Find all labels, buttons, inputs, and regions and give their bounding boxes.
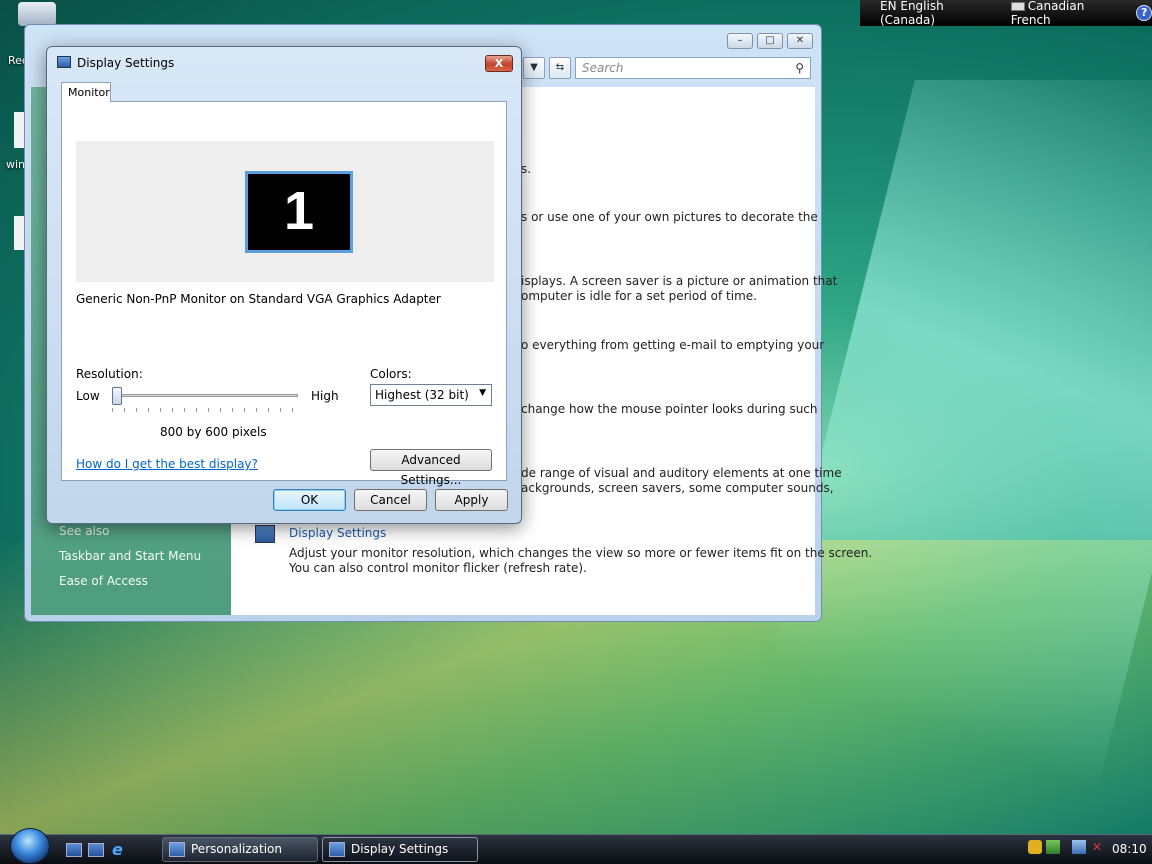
display-settings-description: Adjust your monitor resolution, which ch…: [289, 546, 873, 560]
keyboard-layout[interactable]: Canadian French: [1010, 0, 1125, 27]
slider-low-label: Low: [76, 389, 100, 403]
search-placeholder: Search: [582, 61, 624, 75]
apply-button[interactable]: Apply: [435, 489, 508, 511]
sidebar-link-ease-of-access[interactable]: Ease of Access: [59, 574, 148, 588]
slider-high-label: High: [311, 389, 339, 403]
resolution-slider-thumb[interactable]: [112, 387, 122, 405]
taskbar-item-label: Personalization: [191, 842, 282, 856]
display-settings-link[interactable]: Display Settings: [289, 526, 386, 540]
monitor-1-icon[interactable]: 1: [245, 171, 353, 253]
display-settings-description-2: You can also control monitor flicker (re…: [289, 561, 587, 575]
display-settings-icon: [255, 525, 275, 543]
internet-explorer-icon[interactable]: e: [112, 840, 123, 859]
content-line: ackgrounds, screen savers, some computer…: [521, 481, 834, 495]
switch-windows-icon[interactable]: [88, 843, 104, 857]
ok-button[interactable]: OK: [273, 489, 346, 511]
taskbar-item-display-settings[interactable]: Display Settings: [322, 837, 478, 862]
chevron-down-icon: ▼: [479, 388, 486, 398]
help-icon[interactable]: ?: [1136, 5, 1152, 21]
desktop-shortcut-icon[interactable]: [14, 112, 24, 148]
taskbar-item-label: Display Settings: [351, 842, 449, 856]
see-also-heading: See also: [59, 524, 110, 538]
address-bar-area: ▼ ⇆ Search ⚲: [523, 57, 811, 79]
sidebar-link-taskbar[interactable]: Taskbar and Start Menu: [59, 549, 201, 563]
input-language[interactable]: EN English (Canada): [880, 0, 999, 27]
content-line: s or use one of your own pictures to dec…: [521, 210, 818, 224]
content-line: omputer is idle for a set period of time…: [521, 289, 757, 303]
colors-selected-value: Highest (32 bit): [375, 388, 469, 402]
resolution-slider-ticks: [112, 408, 294, 412]
taskbar-item-personalization[interactable]: Personalization: [162, 837, 318, 862]
refresh-button[interactable]: ⇆: [549, 57, 571, 79]
colors-select[interactable]: Highest (32 bit) ▼: [370, 384, 492, 406]
maximize-button[interactable]: □: [757, 33, 783, 49]
content-line: isplays. A screen saver is a picture or …: [521, 274, 838, 288]
network-icon[interactable]: [1072, 840, 1086, 854]
minimize-button[interactable]: –: [727, 33, 753, 49]
dialog-titlebar[interactable]: Display Settings X: [47, 47, 521, 79]
address-dropdown-button[interactable]: ▼: [523, 57, 545, 79]
resolution-value: 800 by 600 pixels: [160, 425, 267, 439]
display-settings-icon: [57, 56, 71, 68]
security-shield-icon[interactable]: [1028, 840, 1042, 854]
tab-monitor[interactable]: Monitor: [61, 82, 111, 102]
window-controls: – □ ✕: [727, 33, 813, 49]
recycle-bin-icon[interactable]: [18, 2, 56, 26]
cancel-button[interactable]: Cancel: [354, 489, 427, 511]
language-bar: EN English (Canada) Canadian French ?: [860, 0, 1152, 27]
close-button[interactable]: ✕: [787, 33, 813, 49]
windows-update-icon[interactable]: [1046, 840, 1060, 854]
help-link[interactable]: How do I get the best display?: [76, 457, 258, 471]
display-settings-icon: [329, 842, 345, 857]
resolution-label: Resolution:: [76, 367, 143, 381]
taskbar-clock[interactable]: 08:10: [1112, 842, 1147, 856]
colors-label: Colors:: [370, 367, 412, 381]
resolution-slider-track[interactable]: [112, 394, 298, 397]
show-desktop-icon[interactable]: [66, 843, 82, 857]
content-line: de range of visual and auditory elements…: [521, 466, 842, 480]
monitor-preview-area: 1: [76, 141, 494, 282]
search-icon[interactable]: ⚲: [795, 61, 804, 75]
advanced-settings-button[interactable]: Advanced Settings...: [370, 449, 492, 487]
content-line: change how the mouse pointer looks durin…: [521, 402, 818, 416]
keyboard-icon: [1010, 2, 1025, 11]
content-line: o everything from getting e-mail to empt…: [521, 338, 825, 352]
volume-muted-icon[interactable]: ✕: [1090, 840, 1104, 854]
personalization-icon: [169, 842, 185, 857]
content-line: s.: [521, 162, 532, 176]
monitor-description: Generic Non-PnP Monitor on Standard VGA …: [76, 292, 441, 306]
search-input[interactable]: Search ⚲: [575, 57, 811, 79]
start-button[interactable]: [10, 828, 50, 864]
dialog-close-button[interactable]: X: [485, 55, 513, 72]
desktop-shortcut-label: win: [6, 158, 26, 171]
dialog-title: Display Settings: [77, 56, 175, 70]
desktop-shortcut-icon-2[interactable]: [14, 216, 24, 250]
